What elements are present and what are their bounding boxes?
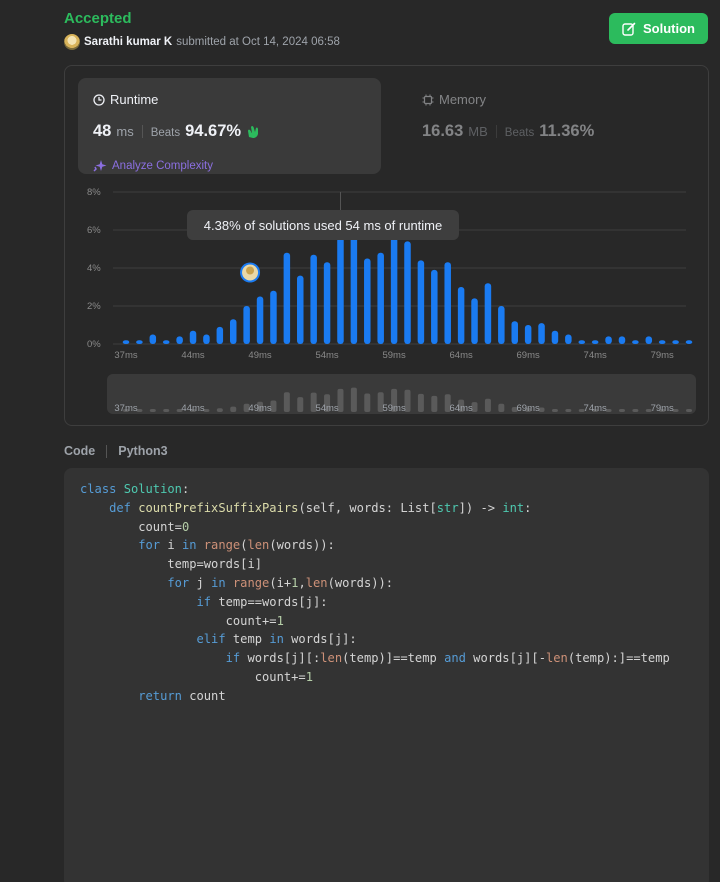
code-language: Python3 <box>118 444 168 458</box>
mini-bar <box>230 406 237 412</box>
code-text: class Solution: def countPrefixSuffixPai… <box>80 482 670 703</box>
mini-bar <box>417 393 424 412</box>
divider <box>106 444 108 458</box>
mini-tick-label: 59ms <box>382 403 405 414</box>
mini-bar <box>431 395 438 412</box>
mini-tick-label: 54ms <box>315 403 338 414</box>
mini-tick-label: 44ms <box>181 403 204 414</box>
submission-status: Accepted <box>64 10 132 27</box>
mini-bar <box>498 403 505 412</box>
solution-button[interactable]: Solution <box>609 13 708 44</box>
username[interactable]: Sarathi kumar K <box>84 36 172 48</box>
mini-tick-label: 49ms <box>248 403 271 414</box>
mini-tick-label: 37ms <box>114 403 137 414</box>
mini-bar <box>283 392 290 412</box>
mini-bar <box>565 409 572 412</box>
mini-tick-label: 79ms <box>651 403 674 414</box>
mini-tick-label: 74ms <box>584 403 607 414</box>
mini-bar <box>686 409 692 412</box>
mini-bar <box>149 409 156 412</box>
submission-meta: Sarathi kumar K submitted at Oct 14, 202… <box>64 34 340 50</box>
mini-bar <box>216 408 223 412</box>
code-header: Code Python3 <box>64 444 168 458</box>
mini-bar <box>163 409 170 412</box>
mini-bar <box>551 409 558 412</box>
solution-label: Solution <box>643 21 695 36</box>
mini-bar <box>350 387 357 412</box>
performance-panel: Runtime 48 ms Beats 94.67% Analyze Compl… <box>64 65 709 426</box>
code-label: Code <box>64 444 96 458</box>
mini-tick-label: 64ms <box>450 403 473 414</box>
mini-bar <box>618 409 625 412</box>
code-block[interactable]: class Solution: def countPrefixSuffixPai… <box>64 468 709 882</box>
mini-bar <box>364 393 371 412</box>
edit-icon <box>622 22 636 36</box>
mini-bar <box>484 398 491 412</box>
mini-tick-label: 69ms <box>517 403 540 414</box>
avatar[interactable] <box>64 34 80 50</box>
mini-bar <box>297 397 304 412</box>
mini-bar <box>632 409 639 412</box>
range-selector-chart[interactable]: 37ms 44ms 49ms 54ms 59ms 64ms 69ms 74ms 79ms <box>65 66 710 427</box>
submitted-at: submitted at Oct 14, 2024 06:58 <box>176 36 340 48</box>
